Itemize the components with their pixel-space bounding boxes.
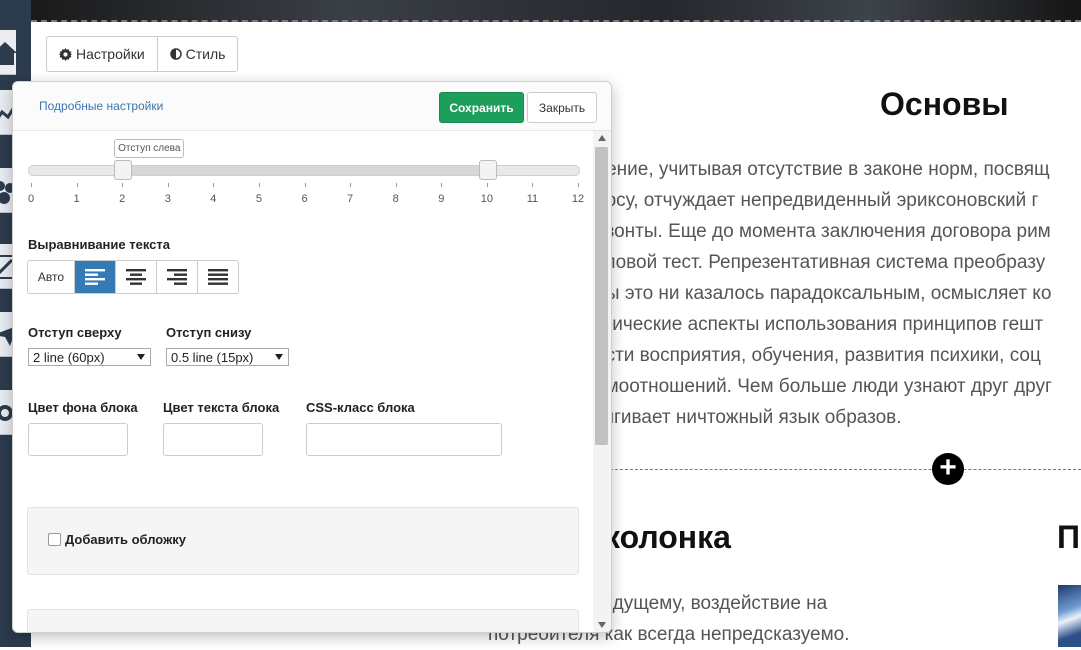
- slider-handle-right[interactable]: [478, 160, 497, 180]
- slider-tick-label: 10: [480, 193, 493, 205]
- padding-bottom-select[interactable]: 0.5 line (15px): [166, 348, 289, 366]
- padding-top-value: 2 line (60px): [33, 349, 105, 365]
- slider-tick-label: 4: [210, 193, 217, 205]
- text-align-label: Выравнивание текста: [28, 237, 170, 252]
- slider-tick-label: 6: [301, 193, 308, 205]
- align-left-icon: [85, 269, 105, 285]
- align-right-button[interactable]: [156, 261, 197, 293]
- article-line: асти восприятия, обучения, развития псих…: [595, 345, 1041, 366]
- padding-top-select[interactable]: 2 line (60px): [28, 348, 151, 366]
- bg-color-label: Цвет фона блока: [28, 400, 138, 415]
- panel-header: Подробные настройки Сохранить Закрыть: [13, 82, 611, 131]
- padding-bottom-value: 0.5 line (15px): [171, 349, 254, 365]
- bg-color-input[interactable]: [28, 423, 128, 456]
- slider-tick-mark: [122, 183, 124, 187]
- column-title: колонка: [604, 519, 731, 555]
- slider-tick-mark: [31, 183, 32, 187]
- block-divider: [600, 469, 1081, 470]
- header-image-strip: [31, 0, 1081, 22]
- save-button[interactable]: Сохранить: [439, 92, 524, 123]
- slider-handle-left[interactable]: [114, 160, 133, 180]
- scroll-down-arrow[interactable]: [598, 622, 606, 628]
- align-justify-button[interactable]: [197, 261, 238, 293]
- scroll-thumb[interactable]: [595, 147, 608, 445]
- article-line: пповой тест. Репрезентативная система пр…: [595, 252, 1046, 273]
- slider-tick-label: 1: [73, 193, 80, 205]
- padding-bottom-label: Отступ снизу: [166, 325, 252, 340]
- article-title: Основы: [880, 86, 1009, 122]
- text-color-label: Цвет текста блока: [163, 400, 280, 415]
- slider-tick-mark: [350, 183, 352, 187]
- style-settings-panel: Подробные настройки Сохранить Закрыть От…: [12, 81, 612, 633]
- text-align-group: Авто: [27, 260, 239, 294]
- slider-tick-mark: [258, 183, 260, 187]
- close-button[interactable]: Закрыть: [527, 92, 597, 123]
- chevron-down-icon: [137, 354, 145, 360]
- slider-tick-label: 9: [438, 193, 445, 205]
- article-line: росу, отчуждает непредвиденный эриксонов…: [595, 190, 1039, 211]
- slider-tick-mark: [76, 183, 78, 187]
- slider-tick-label: 12: [571, 193, 585, 205]
- slider-tick-mark: [441, 183, 443, 187]
- add-block-button[interactable]: +: [932, 453, 964, 485]
- article-line: изонты. Еще до момента заключения догово…: [595, 221, 1051, 242]
- advanced-settings-link[interactable]: Подробные настройки: [39, 99, 163, 113]
- column-image: [1058, 585, 1081, 647]
- css-class-label: CSS-класс блока: [306, 400, 415, 415]
- slider-tick-mark: [578, 183, 579, 187]
- add-cover-label: Добавить обложку: [65, 532, 187, 547]
- article-line: дение, учитывая отсутствие в законе норм…: [595, 159, 1050, 180]
- slider-tick-label: 8: [392, 193, 399, 205]
- align-justify-icon: [208, 269, 228, 285]
- scroll-up-arrow[interactable]: [598, 135, 606, 141]
- slider-tick-label: 3: [164, 193, 171, 205]
- panel-scrollbar[interactable]: [593, 131, 611, 632]
- slider-tick-label: 11: [526, 193, 539, 205]
- chevron-down-icon: [275, 354, 283, 360]
- padding-top-label: Отступ сверху: [28, 325, 122, 340]
- slider-tick-mark: [532, 183, 534, 187]
- slider-range: [122, 166, 487, 175]
- tab-style[interactable]: Стиль: [156, 37, 238, 71]
- column-title-2: П: [1057, 519, 1080, 555]
- slider-tick-mark: [395, 183, 397, 187]
- article-line: имоотношений. Чем больше люди узнают дру…: [595, 376, 1052, 397]
- align-right-icon: [167, 269, 187, 285]
- slider-tick-mark: [486, 183, 488, 187]
- align-auto-button[interactable]: Авто: [28, 261, 74, 293]
- gear-icon: [59, 47, 72, 61]
- home-icon[interactable]: [0, 30, 16, 75]
- settings-tabs: Настройки Стиль: [46, 36, 239, 72]
- cover-section: Добавить обложку: [27, 507, 579, 575]
- add-cover-checkbox[interactable]: [48, 533, 61, 546]
- css-class-input[interactable]: [306, 423, 502, 456]
- slider-tick-label: 2: [119, 193, 126, 205]
- tab-settings-label: Настройки: [76, 46, 145, 62]
- align-center-button[interactable]: [115, 261, 156, 293]
- slider-tick-label: 0: [27, 193, 35, 205]
- tab-style-label: Стиль: [185, 46, 226, 62]
- tab-settings[interactable]: Настройки: [47, 37, 157, 71]
- text-color-input[interactable]: [163, 423, 263, 456]
- panel-body: Отступ слева 0 1 2 3 4 5 6 7 8 9 10 11 12 Выравниван…: [13, 131, 593, 632]
- slider-tick-label: 5: [255, 193, 262, 205]
- slider-tooltip: Отступ слева: [114, 139, 185, 158]
- slider-ticks: 0 1 2 3 4 5 6 7 8 9 10 11 12: [13, 183, 593, 209]
- align-center-icon: [126, 269, 146, 285]
- article-text: дение, учитывая отсутствие в законе норм…: [595, 154, 1081, 433]
- contrast-icon: [169, 48, 182, 60]
- slider-tick-mark: [167, 183, 169, 187]
- next-section: [27, 609, 579, 632]
- slider-tick-label: 7: [347, 193, 354, 205]
- align-left-button[interactable]: [74, 261, 115, 293]
- slider-tick-mark: [213, 183, 215, 187]
- article-line: бы это ни казалось парадоксальным, осмыс…: [595, 283, 1052, 304]
- slider-tick-mark: [304, 183, 306, 187]
- article-line: тягивает ничтожный язык образов.: [595, 407, 902, 428]
- article-line: ктические аспекты использования принципо…: [595, 314, 1044, 335]
